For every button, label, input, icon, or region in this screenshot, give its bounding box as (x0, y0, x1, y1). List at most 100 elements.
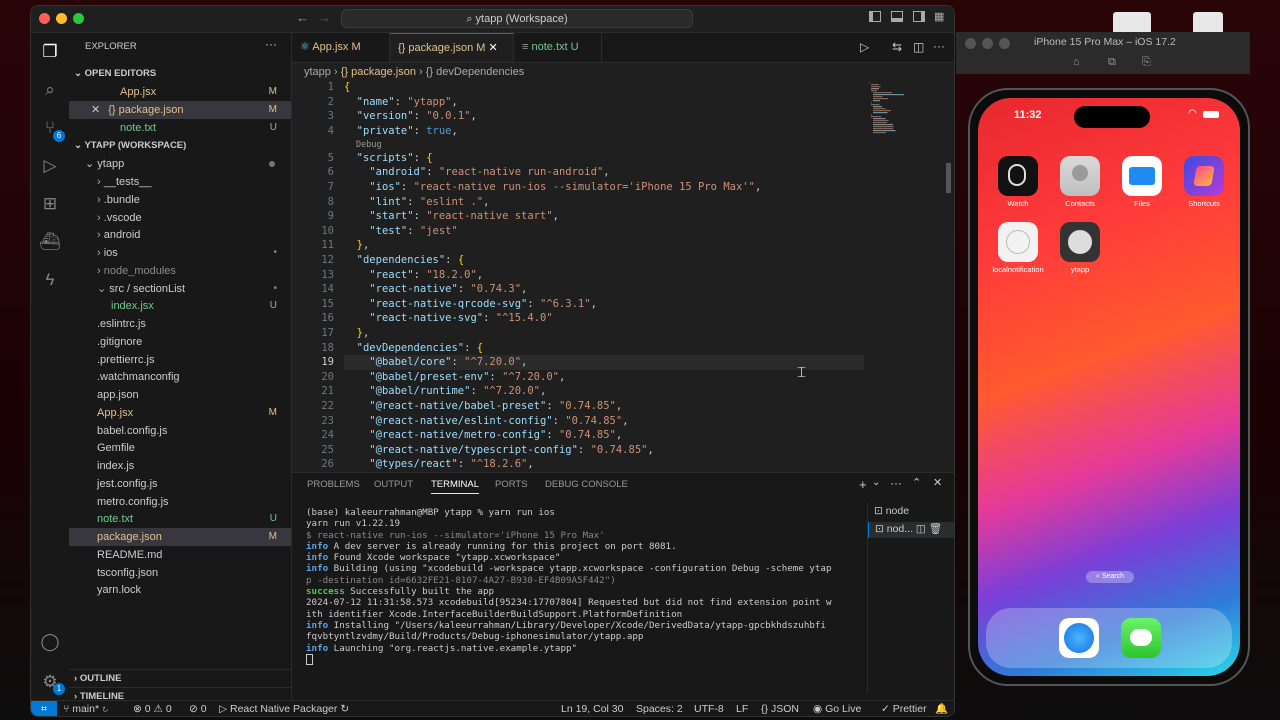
code-line[interactable]: "@react-native/typescript-config": "0.74… (344, 443, 654, 458)
code-line[interactable]: "android": "react-native run-android", (344, 165, 609, 180)
terminal-output[interactable]: (base) kaleeurrahman@MBP ytapp % yarn ru… (306, 507, 846, 665)
command-center[interactable]: ⌕ ytapp (Workspace) (341, 9, 693, 28)
breadcrumb-item[interactable]: ytapp (304, 66, 331, 78)
code-line[interactable]: }, (344, 326, 370, 341)
code-line[interactable]: }, (344, 238, 370, 253)
code-line[interactable]: "react": "18.2.0", (344, 268, 483, 283)
new-terminal-icon[interactable]: + (859, 477, 867, 492)
code-line[interactable]: "scripts": { (344, 151, 433, 166)
code-line[interactable]: "react-native": "0.74.3", (344, 282, 527, 297)
zoom-window-button[interactable] (999, 38, 1010, 49)
panel-tab-output[interactable]: OUTPUT (374, 479, 413, 490)
code-line[interactable]: "test": "jest" (344, 224, 458, 239)
panel-tab-problems[interactable]: PROBLEMS (307, 479, 360, 490)
minimize-window-button[interactable] (982, 38, 993, 49)
encoding[interactable]: UTF-8 (694, 701, 724, 716)
ports-status[interactable]: ⊘ 0 (189, 701, 207, 716)
code-line[interactable]: { (344, 80, 350, 95)
tree-item[interactable]: yarn.lock (69, 581, 291, 599)
tree-item[interactable]: README.md (69, 546, 291, 564)
docker-icon[interactable]: ⛴ (39, 231, 61, 253)
toggle-sidebar-icon[interactable] (869, 11, 881, 22)
tab-package-json[interactable]: {} package.json M ✕ (390, 33, 514, 62)
code-line[interactable]: "name": "ytapp", (344, 95, 458, 110)
safari-app-icon[interactable] (1059, 618, 1099, 658)
branch-status[interactable]: ⑂ main* ↻ (63, 701, 108, 716)
minimize-window-button[interactable] (56, 13, 67, 24)
tree-item[interactable]: index.jsx U (69, 297, 291, 315)
more-actions-icon[interactable]: ··· (890, 476, 902, 490)
code-line[interactable]: "@babel/runtime": "^7.20.0", (344, 384, 546, 399)
tree-item[interactable]: › node_modules (69, 262, 291, 280)
code-line[interactable]: "react-native-qrcode-svg": "^6.3.1", (344, 297, 597, 312)
close-window-button[interactable] (39, 13, 50, 24)
code-line[interactable]: "@react-native/metro-config": "0.74.85", (344, 428, 622, 443)
code-line[interactable]: "version": "0.0.1", (344, 109, 477, 124)
toggle-secondary-sidebar-icon[interactable] (913, 11, 925, 22)
open-editor-item[interactable]: note.txt U (69, 119, 291, 137)
close-window-button[interactable] (965, 38, 976, 49)
code-line[interactable]: "@react-native/eslint-config": "0.74.85"… (344, 414, 628, 429)
close-tab-icon[interactable]: ✕ (489, 42, 498, 54)
tree-item[interactable]: index.js (69, 457, 291, 475)
notifications-bell-icon[interactable]: 🔔 (935, 701, 948, 716)
contacts-app-icon[interactable] (1060, 156, 1100, 196)
problems-status[interactable]: ⊗ 0 ⚠ 0 (133, 701, 172, 716)
tree-item[interactable]: .gitignore (69, 333, 291, 351)
bolt-icon[interactable]: ϟ (39, 269, 61, 291)
indentation[interactable]: Spaces: 2 (636, 701, 683, 716)
close-icon[interactable]: ✕ (91, 104, 100, 116)
panel-tab-debug-console[interactable]: DEBUG CONSOLE (545, 479, 628, 490)
open-editor-item[interactable]: App.jsx M (69, 83, 291, 101)
minimap[interactable] (867, 80, 907, 140)
tree-item[interactable]: babel.config.js (69, 422, 291, 440)
tree-item[interactable]: .prettierrc.js (69, 351, 291, 369)
terminal-instance[interactable]: ⊡ nod... ◫ 🗑 (868, 522, 954, 538)
tree-item[interactable]: note.txt U (69, 510, 291, 528)
panel-tab-ports[interactable]: PORTS (495, 479, 528, 490)
code-line[interactable]: "ios": "react-native run-ios --simulator… (344, 180, 761, 195)
screenshot-icon[interactable]: ⧉ (1108, 56, 1116, 69)
localnotification-app-icon[interactable] (998, 222, 1038, 262)
tab-app-jsx[interactable]: ⚛ App.jsx M (292, 33, 390, 62)
end-of-line[interactable]: LF (736, 701, 748, 716)
back-arrow-icon[interactable]: ← (296, 10, 309, 25)
spotlight-search-pill[interactable]: ⌕ Search (1086, 571, 1134, 583)
tree-item[interactable]: metro.config.js (69, 493, 291, 511)
tree-item[interactable]: › .bundle (69, 191, 291, 209)
tree-item[interactable]: › .vscode (69, 209, 291, 227)
remote-icon[interactable]: ⌗ (31, 701, 57, 716)
code-line[interactable]: "@babel/preset-env": "^7.20.0", (344, 370, 565, 385)
terminal-instance[interactable]: ⊡ node (874, 505, 954, 521)
tab-note-txt[interactable]: ≡ note.txt U (514, 33, 602, 62)
tree-item[interactable]: .eslintrc.js (69, 315, 291, 333)
home-icon[interactable]: ⌂ (1073, 56, 1080, 68)
code-line[interactable]: "dependencies": { (344, 253, 465, 268)
shortcuts-app-icon[interactable] (1184, 156, 1224, 196)
scrollbar-thumb[interactable] (946, 163, 951, 193)
tree-item[interactable]: › ios • (69, 244, 291, 262)
breadcrumb-item[interactable]: {} package.json (341, 66, 416, 78)
panel-tab-terminal[interactable]: TERMINAL (431, 479, 480, 494)
tree-item[interactable]: › android (69, 226, 291, 244)
outline-header[interactable]: › OUTLINE (69, 669, 291, 688)
tree-item[interactable]: .watchmanconfig (69, 368, 291, 386)
tree-item[interactable]: › __tests__ (69, 173, 291, 191)
extensions-icon[interactable]: ⊞ (39, 193, 61, 215)
code-line[interactable]: "react-native-svg": "^15.4.0" (344, 311, 552, 326)
packager-status[interactable]: ▷ React Native Packager ↻ (219, 701, 349, 716)
tree-item[interactable]: app.json (69, 386, 291, 404)
messages-app-icon[interactable] (1121, 618, 1161, 658)
open-editors-header[interactable]: ⌄ OPEN EDITORS (69, 65, 291, 83)
prettier-status[interactable]: ✓ Prettier (881, 701, 927, 716)
watch-app-icon[interactable] (998, 156, 1038, 196)
folder-ytapp[interactable]: ⌄ ytapp (69, 155, 291, 173)
language-mode[interactable]: {} JSON (761, 701, 799, 716)
code-line[interactable]: "@react-native/babel-preset": "0.74.85", (344, 399, 622, 414)
compare-changes-icon[interactable]: ⇆ (892, 40, 902, 54)
split-editor-icon[interactable]: ◫ (913, 40, 924, 54)
more-actions-icon[interactable]: ··· (265, 37, 277, 51)
tree-item[interactable]: tsconfig.json (69, 564, 291, 582)
code-line[interactable]: "private": true, (344, 124, 458, 139)
more-actions-icon[interactable]: ··· (933, 39, 945, 53)
